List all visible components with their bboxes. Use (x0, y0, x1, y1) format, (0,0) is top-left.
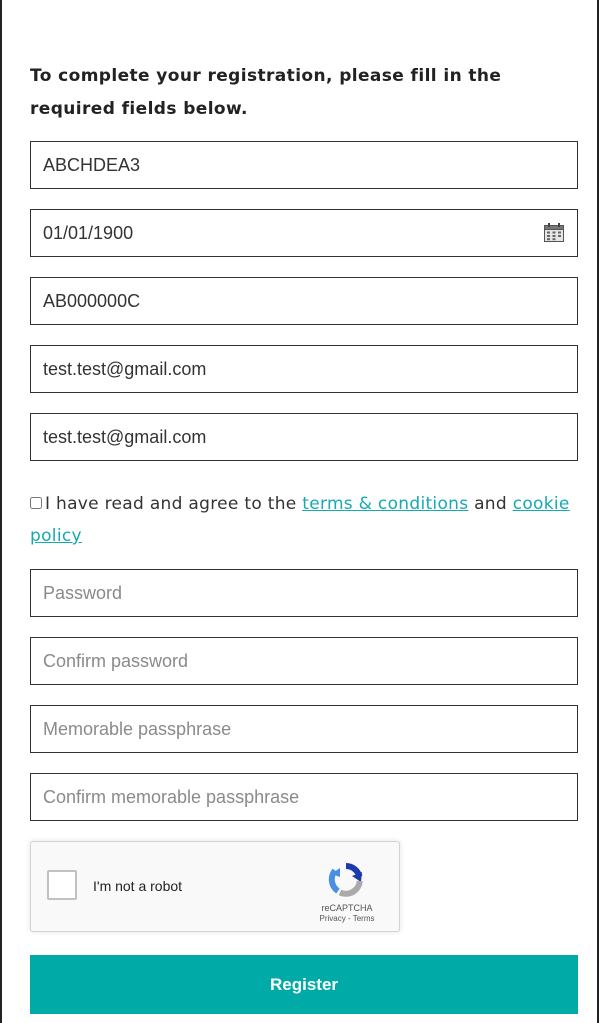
terms-checkbox[interactable] (30, 497, 42, 509)
ni-number-field[interactable] (30, 277, 578, 325)
reference-field[interactable] (30, 141, 578, 189)
confirm-password-field[interactable] (30, 637, 578, 685)
recaptcha-separator: - (345, 914, 353, 923)
recaptcha-widget: I'm not a robot reCAPTCHA Privacy - Term… (30, 841, 400, 932)
consent-prefix-text: I have read and agree to the (45, 494, 303, 514)
recaptcha-links: Privacy - Terms (307, 914, 387, 924)
consent-middle-text: and (468, 494, 513, 514)
recaptcha-checkbox[interactable] (47, 870, 77, 900)
intro-text: To complete your registration, please fi… (30, 66, 502, 119)
register-button[interactable]: Register (30, 955, 578, 1014)
recaptcha-privacy-link[interactable]: Privacy (320, 914, 346, 923)
date-of-birth-field[interactable] (30, 209, 578, 257)
passphrase-field[interactable] (30, 705, 578, 753)
terms-conditions-link[interactable]: terms & conditions (302, 494, 468, 514)
confirm-passphrase-field[interactable] (30, 773, 578, 821)
date-of-birth-wrapper (30, 209, 578, 257)
recaptcha-brand: reCAPTCHA (321, 903, 373, 913)
password-field[interactable] (30, 569, 578, 617)
recaptcha-logo-icon (328, 863, 363, 897)
recaptcha-label: I'm not a robot (93, 878, 183, 894)
recaptcha-terms-link[interactable]: Terms (353, 914, 375, 923)
terms-consent: I have read and agree to the terms & con… (30, 488, 582, 552)
confirm-email-field[interactable] (30, 413, 578, 461)
email-field[interactable] (30, 345, 578, 393)
calendar-icon[interactable] (544, 223, 564, 242)
